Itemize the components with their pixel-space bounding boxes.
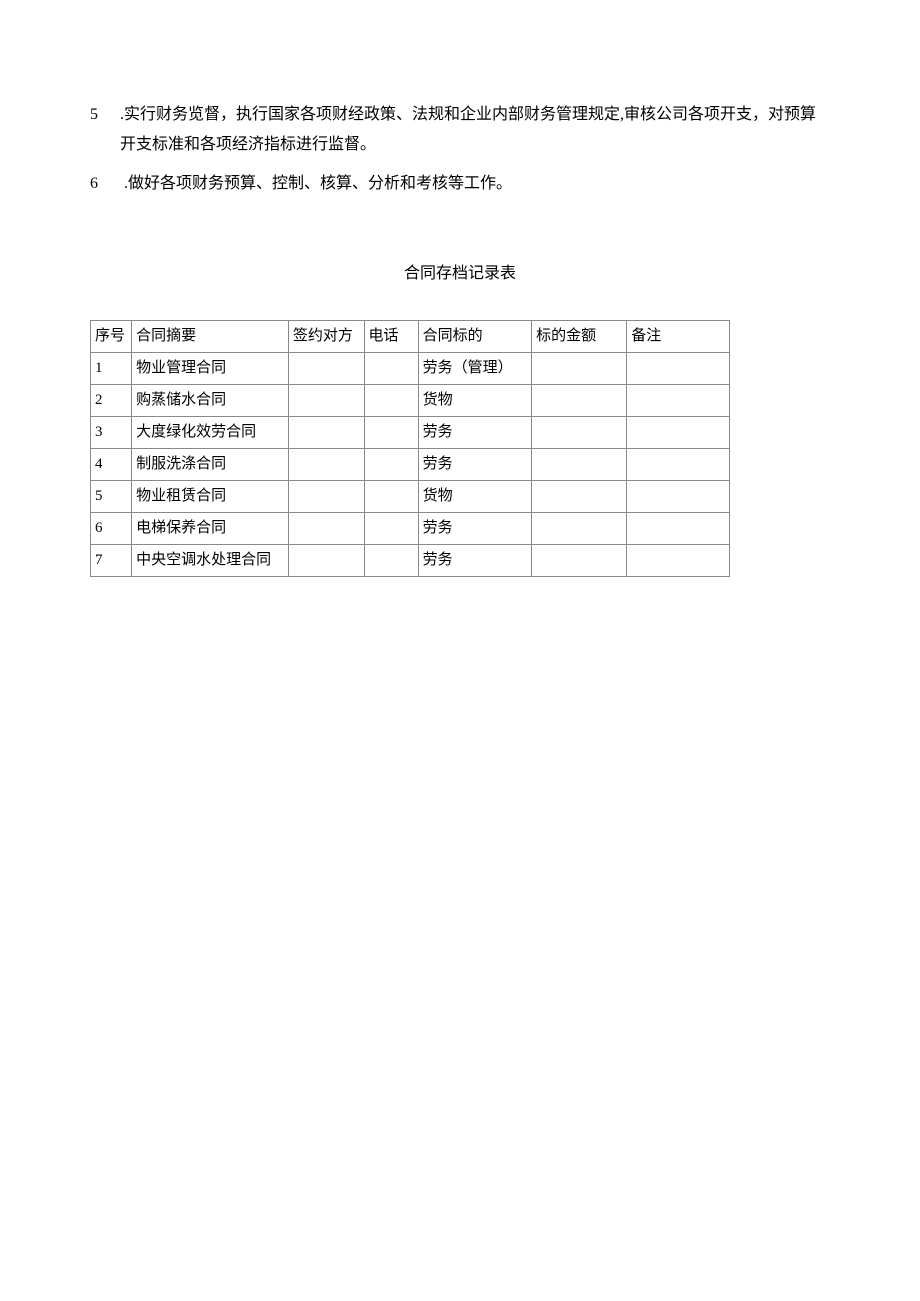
cell-remark — [627, 480, 730, 512]
table-header-row: 序号 合同摘要 签约对方 电话 合同标的 标的金额 备注 — [91, 320, 730, 352]
cell-phone — [364, 544, 418, 576]
cell-subject: 劳务 — [418, 448, 532, 480]
cell-summary: 物业租赁合同 — [132, 480, 289, 512]
paragraph-item-5: 5.实行财务览督，执行国家各项财经政策、法规和企业内部财务管理规定,审核公司各项… — [90, 100, 830, 161]
header-amount: 标的金额 — [532, 320, 627, 352]
cell-party — [288, 352, 364, 384]
cell-amount — [532, 384, 627, 416]
header-subject: 合同标的 — [418, 320, 532, 352]
paragraph-number: 5 — [90, 100, 120, 130]
cell-remark — [627, 384, 730, 416]
cell-phone — [364, 384, 418, 416]
cell-remark — [627, 448, 730, 480]
cell-seq: 1 — [91, 352, 132, 384]
cell-phone — [364, 480, 418, 512]
cell-subject: 劳务（管理） — [418, 352, 532, 384]
cell-amount — [532, 512, 627, 544]
header-party: 签约对方 — [288, 320, 364, 352]
table-title: 合同存档记录表 — [90, 259, 830, 289]
cell-phone — [364, 416, 418, 448]
cell-seq: 2 — [91, 384, 132, 416]
table-row: 5 物业租赁合同 货物 — [91, 480, 730, 512]
table-row: 4 制服洗涤合同 劳务 — [91, 448, 730, 480]
cell-summary: 中央空调水处理合同 — [132, 544, 289, 576]
table-row: 6 电梯保养合同 劳务 — [91, 512, 730, 544]
cell-summary: 大度绿化效劳合同 — [132, 416, 289, 448]
paragraph-text: .实行财务览督，执行国家各项财经政策、法规和企业内部财务管理规定,审核公司各项开… — [120, 106, 816, 123]
header-phone: 电话 — [364, 320, 418, 352]
cell-remark — [627, 512, 730, 544]
cell-summary: 电梯保养合同 — [132, 512, 289, 544]
cell-remark — [627, 416, 730, 448]
cell-party — [288, 544, 364, 576]
table-row: 1 物业管理合同 劳务（管理） — [91, 352, 730, 384]
cell-amount — [532, 352, 627, 384]
cell-amount — [532, 480, 627, 512]
cell-phone — [364, 352, 418, 384]
cell-subject: 劳务 — [418, 416, 532, 448]
cell-seq: 4 — [91, 448, 132, 480]
paragraph-list: 5.实行财务览督，执行国家各项财经政策、法规和企业内部财务管理规定,审核公司各项… — [90, 100, 830, 199]
cell-remark — [627, 352, 730, 384]
cell-party — [288, 480, 364, 512]
cell-party — [288, 416, 364, 448]
cell-subject: 货物 — [418, 384, 532, 416]
paragraph-number: 6 — [90, 169, 120, 199]
contract-archive-table: 序号 合同摘要 签约对方 电话 合同标的 标的金额 备注 1 物业管理合同 劳务… — [90, 320, 730, 577]
cell-seq: 6 — [91, 512, 132, 544]
cell-phone — [364, 512, 418, 544]
header-seq: 序号 — [91, 320, 132, 352]
table-row: 3 大度绿化效劳合同 劳务 — [91, 416, 730, 448]
table-row: 2 购蒸储水合同 货物 — [91, 384, 730, 416]
cell-summary: 物业管理合同 — [132, 352, 289, 384]
cell-party — [288, 448, 364, 480]
cell-party — [288, 512, 364, 544]
cell-amount — [532, 416, 627, 448]
cell-amount — [532, 544, 627, 576]
cell-amount — [532, 448, 627, 480]
cell-seq: 5 — [91, 480, 132, 512]
paragraph-item-6: 6 .做好各项财务预算、控制、核算、分析和考核等工作。 — [90, 169, 830, 199]
cell-party — [288, 384, 364, 416]
cell-summary: 制服洗涤合同 — [132, 448, 289, 480]
cell-seq: 3 — [91, 416, 132, 448]
table-body: 1 物业管理合同 劳务（管理） 2 购蒸储水合同 货物 3 大度绿化效劳合同 劳… — [91, 352, 730, 576]
cell-seq: 7 — [91, 544, 132, 576]
cell-subject: 货物 — [418, 480, 532, 512]
cell-phone — [364, 448, 418, 480]
table-row: 7 中央空调水处理合同 劳务 — [91, 544, 730, 576]
paragraph-text: .做好各项财务预算、控制、核算、分析和考核等工作。 — [120, 175, 512, 192]
cell-subject: 劳务 — [418, 544, 532, 576]
cell-subject: 劳务 — [418, 512, 532, 544]
paragraph-continuation: 开支标准和各项经济指标进行监督。 — [90, 130, 830, 160]
cell-remark — [627, 544, 730, 576]
header-summary: 合同摘要 — [132, 320, 289, 352]
cell-summary: 购蒸储水合同 — [132, 384, 289, 416]
header-remark: 备注 — [627, 320, 730, 352]
